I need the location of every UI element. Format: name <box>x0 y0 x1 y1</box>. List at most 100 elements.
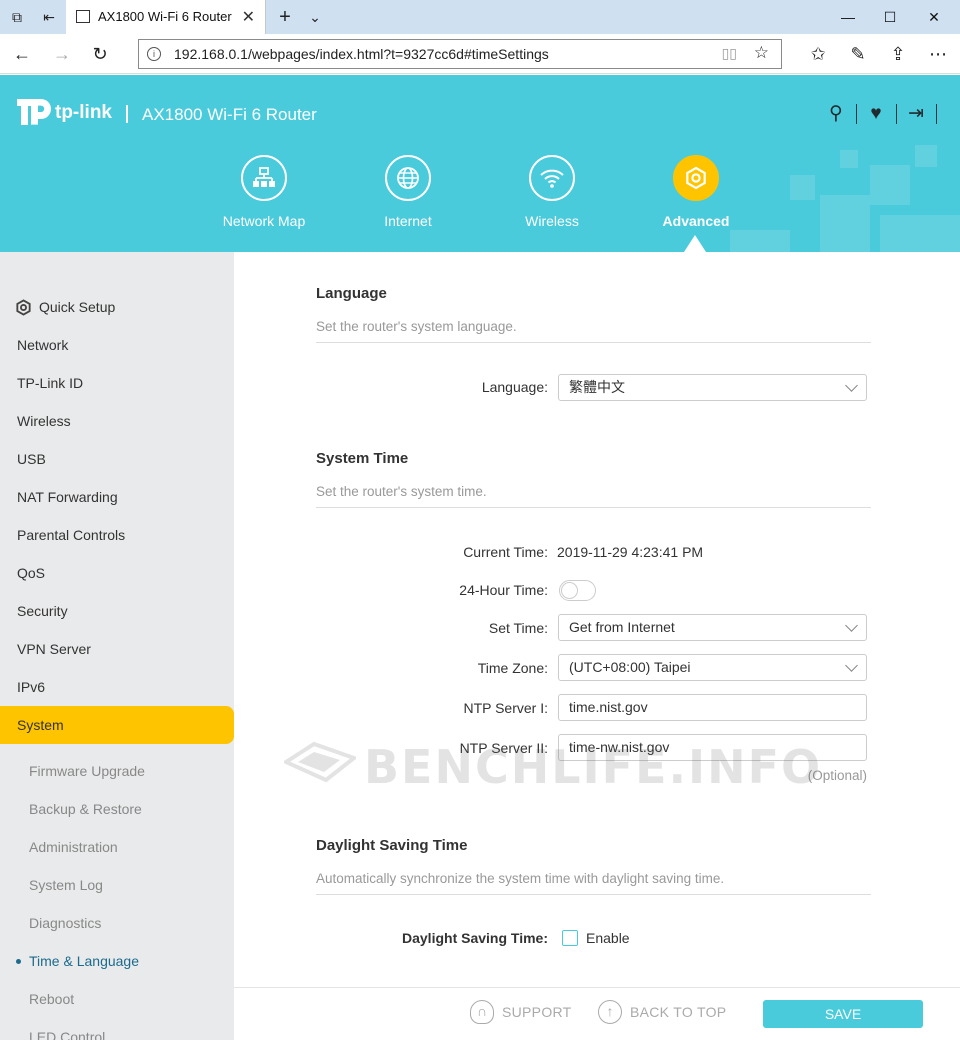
section-divider <box>316 894 871 895</box>
sidebar-item-parental-controls[interactable]: Parental Controls <box>0 516 234 554</box>
section-divider <box>316 507 871 508</box>
sidebar-sub-administration[interactable]: Administration <box>0 828 234 866</box>
language-select[interactable]: 繁體中文 <box>558 374 867 401</box>
sidebar-sub-label: Time & Language <box>29 953 139 969</box>
tab-list-chevron-icon[interactable]: ⌄ <box>306 8 324 26</box>
dst-enable-checkbox[interactable] <box>562 930 578 946</box>
dst-enable-label[interactable]: Enable <box>586 930 630 946</box>
sidebar-item-wireless[interactable]: Wireless <box>0 402 234 440</box>
favorite-star-icon[interactable]: ☆ <box>754 43 769 63</box>
sidebar-item-nat-forwarding[interactable]: NAT Forwarding <box>0 478 234 516</box>
minimize-icon[interactable]: — <box>828 6 868 28</box>
set-tabs-aside-icon[interactable]: ⇤ <box>40 8 58 26</box>
notes-pen-icon[interactable]: ✎ <box>846 42 870 66</box>
system-time-section-title: System Time <box>316 450 409 467</box>
footer-bar: ∩ SUPPORT ↑ BACK TO TOP SAVE <box>234 987 960 1040</box>
window-close-icon[interactable]: ✕ <box>914 6 954 28</box>
chevron-down-icon <box>845 379 858 392</box>
system-time-section-desc: Set the router's system time. <box>316 484 487 499</box>
wifi-icon <box>529 155 575 201</box>
sidebar-sub-label: Reboot <box>29 991 75 1007</box>
sidebar-sub-time-language[interactable]: Time & Language <box>0 942 234 980</box>
browser-tab[interactable]: AX1800 Wi-Fi 6 Router ✕ <box>66 0 266 34</box>
maximize-icon[interactable]: ☐ <box>870 6 910 28</box>
timezone-value: (UTC+08:00) Taipei <box>569 659 691 675</box>
sidebar-item-tp-link-id[interactable]: TP-Link ID <box>0 364 234 402</box>
sidebar-item-network[interactable]: Network <box>0 326 234 364</box>
watermark-logo-icon <box>281 741 359 783</box>
nav-wireless[interactable]: Wireless <box>492 155 612 229</box>
set-time-select[interactable]: Get from Internet <box>558 614 867 641</box>
hour24-toggle[interactable] <box>559 580 596 601</box>
sidebar-item-label: Parental Controls <box>17 527 126 543</box>
section-divider <box>316 342 871 343</box>
dst-label: Daylight Saving Time: <box>402 930 548 946</box>
ntp-server-1-label: NTP Server I: <box>463 700 548 716</box>
main-content: Language Set the router's system languag… <box>234 252 960 987</box>
sidebar-sub-backup-restore[interactable]: Backup & Restore <box>0 790 234 828</box>
nav-label: Internet <box>384 213 432 229</box>
more-menu-icon[interactable]: ⋯ <box>926 42 950 66</box>
sidebar-sub-label: System Log <box>29 877 103 893</box>
toggle-knob <box>561 582 578 599</box>
chevron-down-icon <box>845 619 858 632</box>
url-text: 192.168.0.1/webpages/index.html?t=9327cc… <box>174 46 549 62</box>
sidebar-item-system[interactable]: System <box>0 706 234 744</box>
sidebar-sub-reboot[interactable]: Reboot <box>0 980 234 1018</box>
sidebar-item-label: QoS <box>17 565 46 581</box>
sidebar-item-label: NAT Forwarding <box>17 489 118 505</box>
url-input[interactable]: i 192.168.0.1/webpages/index.html?t=9327… <box>138 39 782 69</box>
timezone-select[interactable]: (UTC+08:00) Taipei <box>558 654 867 681</box>
sidebar-sub-system-log[interactable]: System Log <box>0 866 234 904</box>
sidebar-item-quick-setup[interactable]: Quick Setup <box>0 288 234 326</box>
sidebar-sub-diagnostics[interactable]: Diagnostics <box>0 904 234 942</box>
sidebar-item-usb[interactable]: USB <box>0 440 234 478</box>
forward-icon[interactable]: → <box>50 42 74 66</box>
sidebar-item-security[interactable]: Security <box>0 592 234 630</box>
save-button[interactable]: SAVE <box>763 1000 923 1028</box>
back-to-top-link[interactable]: BACK TO TOP <box>630 1004 726 1020</box>
hour24-label: 24-Hour Time: <box>459 582 548 598</box>
sidebar-sub-label: Backup & Restore <box>29 801 142 817</box>
tab-actions-icon[interactable]: ⧉ <box>8 8 26 26</box>
quick-setup-gear-icon <box>16 299 31 316</box>
sidebar-item-ipv6[interactable]: IPv6 <box>0 668 234 706</box>
favorites-icon[interactable]: ✩ <box>806 42 830 66</box>
active-nav-pointer <box>684 235 706 252</box>
sidebar-sub-label: Diagnostics <box>29 915 102 931</box>
back-icon[interactable]: ← <box>10 42 34 66</box>
globe-icon <box>385 155 431 201</box>
benchlife-watermark: BENCHLIFE.INFO <box>281 740 820 794</box>
router-header: tp-link AX1800 Wi-Fi 6 Router ⚲ ♥ ⇥ Netw… <box>0 75 960 252</box>
ntp-server-1-input[interactable]: time.nist.gov <box>558 694 867 721</box>
nav-advanced[interactable]: Advanced <box>636 155 756 229</box>
sidebar-sub-firmware-upgrade[interactable]: Firmware Upgrade <box>0 752 234 790</box>
reading-view-icon[interactable]: ▯▯ <box>722 45 737 62</box>
watermark-text: BENCHLIFE.INFO <box>364 740 823 794</box>
close-tab-icon[interactable]: ✕ <box>242 7 255 27</box>
search-icon[interactable]: ⚲ <box>824 102 848 126</box>
sidebar-item-qos[interactable]: QoS <box>0 554 234 592</box>
sidebar-item-label: Quick Setup <box>39 299 116 315</box>
refresh-icon[interactable]: ↻ <box>88 42 112 66</box>
support-link[interactable]: SUPPORT <box>502 1004 572 1020</box>
tp-link-logo-icon[interactable] <box>17 91 53 127</box>
sidebar: Quick Setup Network TP-Link ID Wireless … <box>0 252 234 1040</box>
logout-icon[interactable]: ⇥ <box>904 102 928 126</box>
header-separator <box>126 105 128 123</box>
address-bar: ← → ↻ i 192.168.0.1/webpages/index.html?… <box>0 34 960 74</box>
help-support-icon[interactable]: ♥ <box>864 102 888 126</box>
sidebar-item-label: Network <box>17 337 69 353</box>
sidebar-sub-led-control[interactable]: LED Control <box>0 1018 234 1040</box>
sidebar-item-vpn-server[interactable]: VPN Server <box>0 630 234 668</box>
nav-internet[interactable]: Internet <box>348 155 468 229</box>
arrow-up-icon[interactable]: ↑ <box>598 1000 622 1024</box>
share-icon[interactable]: ⇪ <box>886 42 910 66</box>
nav-network-map[interactable]: Network Map <box>204 155 324 229</box>
site-info-icon[interactable]: i <box>147 47 161 61</box>
timezone-label: Time Zone: <box>477 660 548 676</box>
support-headset-icon[interactable]: ∩ <box>470 1000 494 1024</box>
new-tab-icon[interactable]: + <box>276 7 294 27</box>
sidebar-item-label: System <box>17 717 64 733</box>
sidebar-item-label: IPv6 <box>17 679 46 695</box>
